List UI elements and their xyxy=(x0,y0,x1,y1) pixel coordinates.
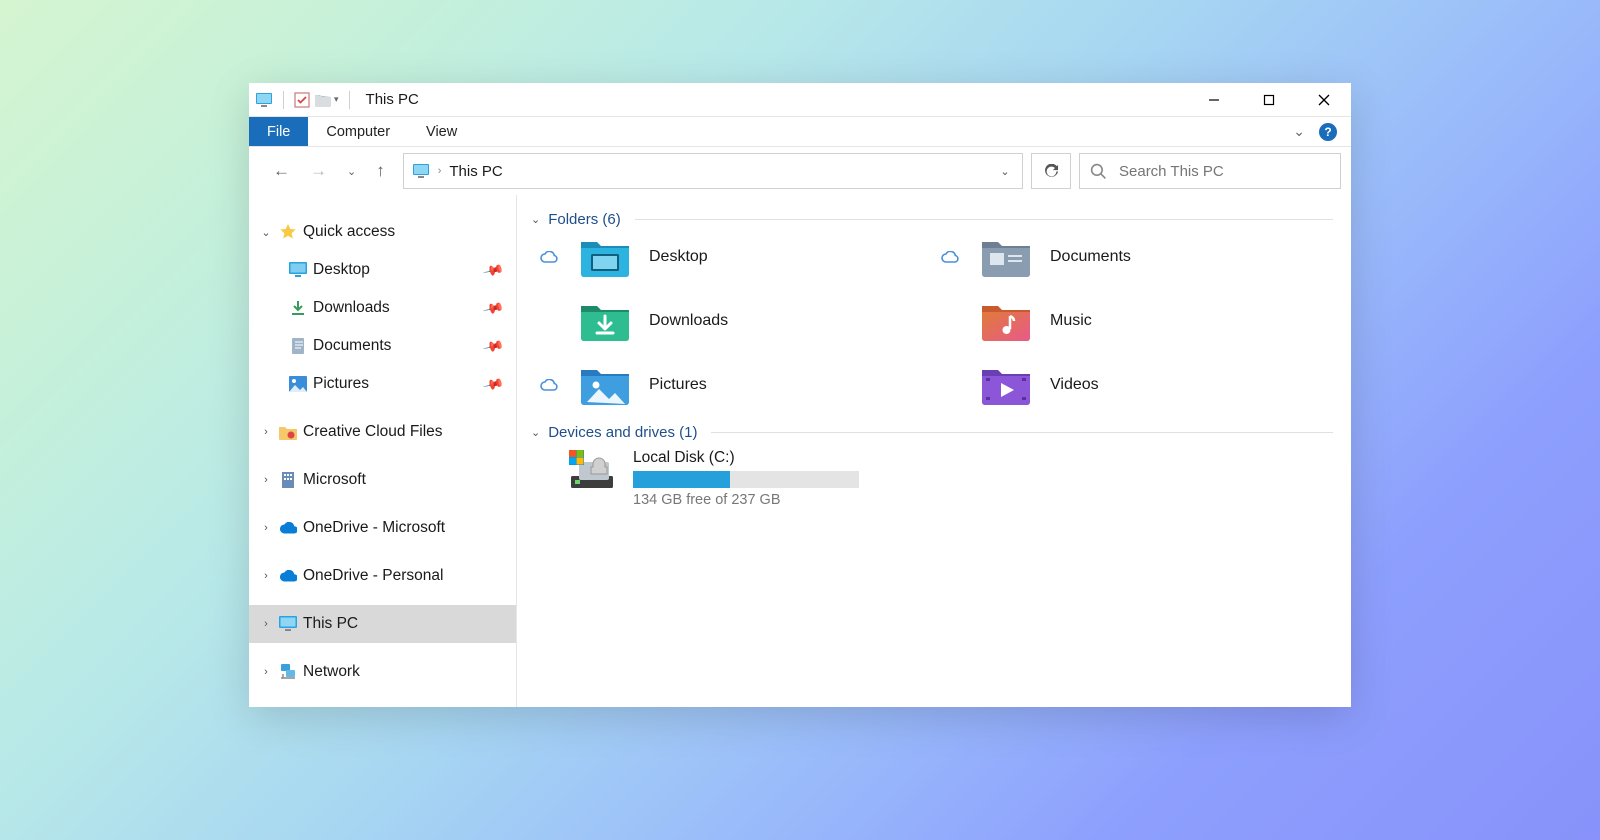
chevron-right-icon[interactable]: › xyxy=(259,522,273,534)
monitor-icon xyxy=(279,615,297,633)
chevron-right-icon[interactable]: › xyxy=(438,165,442,177)
address-segment[interactable]: This PC xyxy=(449,163,502,180)
window-title: This PC xyxy=(366,91,419,108)
search-input[interactable] xyxy=(1119,163,1330,180)
folder-videos[interactable]: Videos xyxy=(932,364,1333,406)
drive-free-space: 134 GB free of 237 GB xyxy=(633,492,859,508)
navigation-bar: ← → ⌄ ↑ › This PC ⌄ xyxy=(249,147,1351,195)
tab-view[interactable]: View xyxy=(408,117,475,146)
pin-icon: 📌 xyxy=(481,296,505,319)
titlebar: ▾ This PC xyxy=(249,83,1351,117)
sidebar-item-network[interactable]: › Network xyxy=(249,653,516,691)
cloud-icon xyxy=(279,567,297,585)
sidebar-item-onedrive-personal[interactable]: › OneDrive - Personal xyxy=(249,557,516,595)
chevron-right-icon[interactable]: › xyxy=(259,666,273,678)
close-button[interactable] xyxy=(1296,83,1351,117)
monitor-icon xyxy=(404,162,438,180)
cloud-sync-icon xyxy=(941,251,959,263)
documents-icon xyxy=(289,337,307,355)
search-icon xyxy=(1090,163,1107,180)
folder-downloads[interactable]: Downloads xyxy=(531,300,932,342)
pictures-icon xyxy=(289,375,307,393)
downloads-folder-icon xyxy=(579,300,631,342)
up-button[interactable]: ↑ xyxy=(376,161,385,181)
videos-folder-icon xyxy=(980,364,1032,406)
address-bar[interactable]: › This PC ⌄ xyxy=(403,153,1023,189)
file-explorer-window: ▾ This PC File Computer View ⌄ ? ← → ⌄ ↑… xyxy=(249,83,1351,707)
maximize-button[interactable] xyxy=(1241,83,1296,117)
folder-documents[interactable]: Documents xyxy=(932,236,1333,278)
pin-icon: 📌 xyxy=(481,372,505,395)
chevron-down-icon[interactable]: ⌄ xyxy=(531,426,540,439)
address-history-button[interactable]: ⌄ xyxy=(988,165,1022,178)
drive-icon xyxy=(567,449,617,491)
folder-pictures[interactable]: Pictures xyxy=(531,364,932,406)
window-controls xyxy=(1186,83,1351,117)
star-icon xyxy=(279,223,297,241)
ribbon-expand-icon[interactable]: ⌄ xyxy=(1293,123,1305,140)
help-icon[interactable]: ? xyxy=(1319,123,1337,141)
chevron-right-icon[interactable]: › xyxy=(259,426,273,438)
properties-icon[interactable] xyxy=(294,92,310,108)
sidebar-item-pictures[interactable]: Pictures 📌 xyxy=(249,365,516,403)
group-header-drives[interactable]: ⌄ Devices and drives (1) xyxy=(531,424,1333,441)
ribbon-tabs: File Computer View ⌄ ? xyxy=(249,117,1351,147)
refresh-button[interactable] xyxy=(1031,153,1071,189)
forward-button[interactable]: → xyxy=(310,161,327,181)
chevron-right-icon[interactable]: › xyxy=(259,474,273,486)
quick-access-toolbar: ▾ This PC xyxy=(249,91,419,109)
folder-icon xyxy=(279,423,297,441)
sidebar-item-quick-access[interactable]: ⌄ Quick access xyxy=(249,213,516,251)
desktop-folder-icon xyxy=(579,236,631,278)
cloud-sync-icon xyxy=(540,251,558,263)
folder-music[interactable]: Music xyxy=(932,300,1333,342)
monitor-icon xyxy=(255,91,273,109)
sidebar-item-desktop[interactable]: Desktop 📌 xyxy=(249,251,516,289)
drive-name: Local Disk (C:) xyxy=(633,449,859,467)
content-pane: ⌄ Folders (6) Desktop xyxy=(517,195,1351,707)
music-folder-icon xyxy=(980,300,1032,342)
drive-local-c[interactable]: Local Disk (C:) 134 GB free of 237 GB xyxy=(531,449,1333,508)
group-header-folders[interactable]: ⌄ Folders (6) xyxy=(531,211,1333,228)
desktop-icon xyxy=(289,261,307,279)
folder-icon[interactable]: ▾ xyxy=(314,93,339,107)
chevron-down-icon[interactable]: ⌄ xyxy=(531,213,540,226)
sidebar-item-this-pc[interactable]: › This PC xyxy=(249,605,516,643)
building-icon xyxy=(279,471,297,489)
navigation-pane: ⌄ Quick access Desktop 📌 Downloads 📌 Doc… xyxy=(249,195,517,707)
pin-icon: 📌 xyxy=(481,334,505,357)
recent-locations-button[interactable]: ⌄ xyxy=(347,165,356,178)
cloud-sync-icon xyxy=(540,379,558,391)
search-box[interactable] xyxy=(1079,153,1341,189)
chevron-right-icon[interactable]: › xyxy=(259,618,273,630)
drive-usage-bar xyxy=(633,471,859,488)
back-button[interactable]: ← xyxy=(273,161,290,181)
sidebar-item-creative-cloud[interactable]: › Creative Cloud Files xyxy=(249,413,516,451)
folder-desktop[interactable]: Desktop xyxy=(531,236,932,278)
sidebar-item-documents[interactable]: Documents 📌 xyxy=(249,327,516,365)
minimize-button[interactable] xyxy=(1186,83,1241,117)
tab-file[interactable]: File xyxy=(249,117,308,146)
chevron-down-icon[interactable]: ⌄ xyxy=(259,226,273,239)
cloud-icon xyxy=(279,519,297,537)
tab-computer[interactable]: Computer xyxy=(308,117,408,146)
pictures-folder-icon xyxy=(579,364,631,406)
documents-folder-icon xyxy=(980,236,1032,278)
sidebar-item-onedrive-microsoft[interactable]: › OneDrive - Microsoft xyxy=(249,509,516,547)
network-icon xyxy=(279,663,297,681)
sidebar-item-microsoft[interactable]: › Microsoft xyxy=(249,461,516,499)
download-icon xyxy=(289,299,307,317)
sidebar-item-downloads[interactable]: Downloads 📌 xyxy=(249,289,516,327)
pin-icon: 📌 xyxy=(481,258,505,281)
chevron-right-icon[interactable]: › xyxy=(259,570,273,582)
